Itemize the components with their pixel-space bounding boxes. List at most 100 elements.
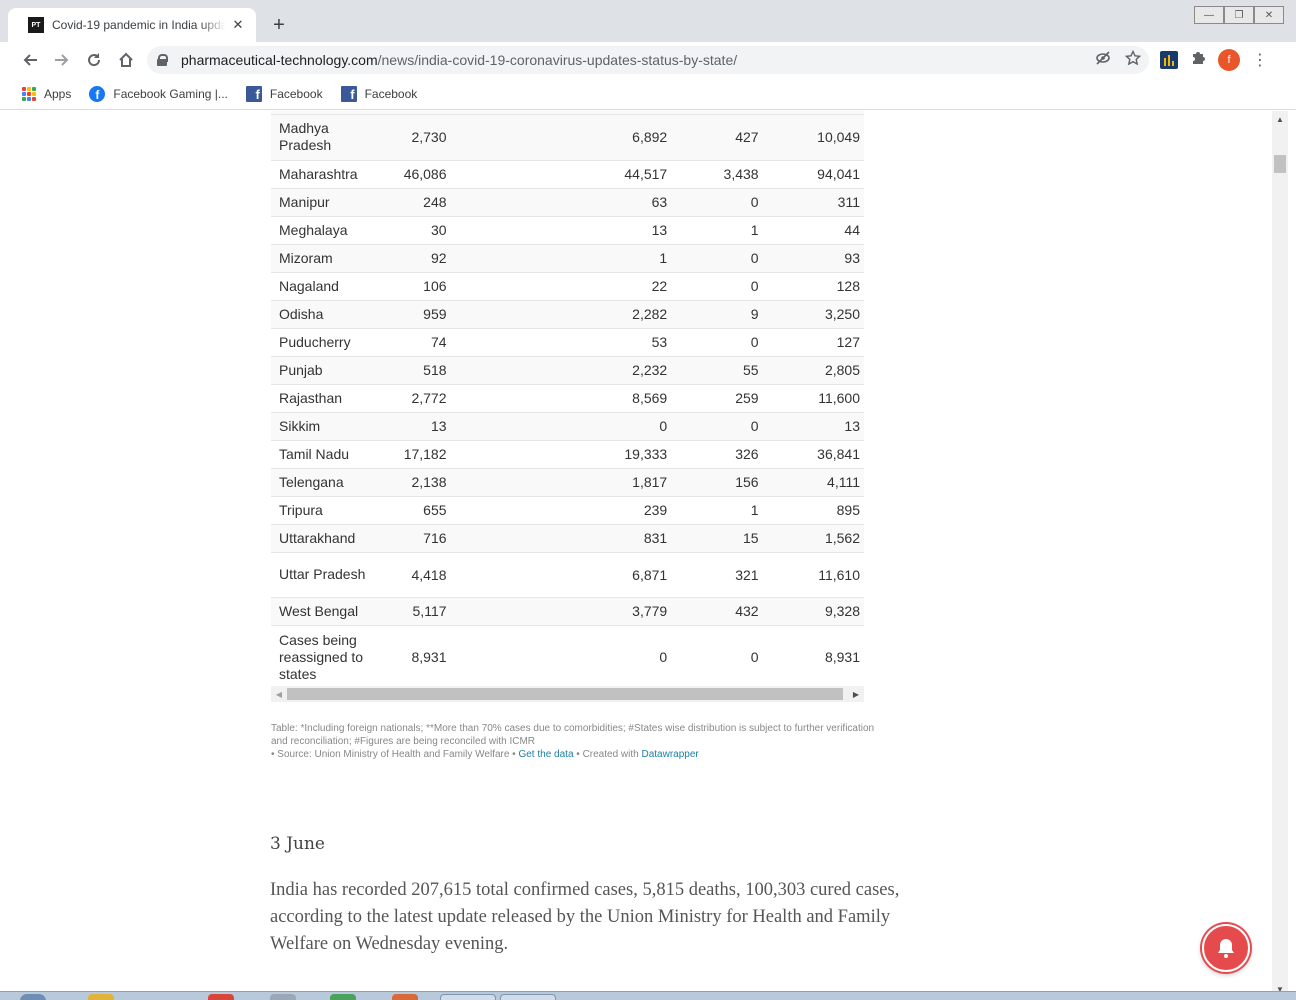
- total-cases-cell: 311: [762, 188, 864, 217]
- bookmark-label: Facebook: [364, 86, 418, 101]
- active-cases-cell: 959: [388, 300, 451, 329]
- table-row: Cases being reassigned to states 8,931 0 0 8…: [271, 625, 864, 690]
- cured-cell: 19,333: [450, 440, 672, 469]
- table-row: Uttarakhand 716 831 15 1,562: [271, 524, 864, 553]
- reload-button[interactable]: [78, 44, 110, 76]
- menu-kebab-icon[interactable]: ⋮: [1252, 50, 1268, 70]
- deaths-cell: 259: [671, 384, 763, 413]
- taskbar-app-icon[interactable]: [88, 994, 114, 1000]
- taskbar-app-icon[interactable]: [270, 994, 296, 1000]
- covid-state-table: Madhya Pradesh 2,730 6,892 427 10,049 Maharas…: [271, 115, 864, 690]
- total-cases-cell: 128: [762, 272, 864, 301]
- deaths-cell: 156: [671, 468, 763, 497]
- taskbar-app-icon[interactable]: [392, 994, 418, 1000]
- browser-tab[interactable]: PT Covid-19 pandemic in India updates ✕: [8, 8, 256, 42]
- url-domain: pharmaceutical-technology.com: [181, 52, 378, 68]
- state-name-cell: Tripura: [271, 496, 389, 525]
- table-row: Tripura 655 239 1 895: [271, 496, 864, 525]
- bookmark-star-icon[interactable]: [1125, 50, 1141, 66]
- forward-arrow-icon: [55, 54, 69, 66]
- home-button[interactable]: [110, 44, 142, 76]
- table-row: Tamil Nadu 17,182 19,333 326 36,841: [271, 440, 864, 469]
- cured-cell: 0: [450, 412, 672, 441]
- scroll-left-arrow-icon[interactable]: ◀: [271, 686, 287, 702]
- cured-cell: 53: [450, 328, 672, 357]
- new-tab-button[interactable]: +: [266, 12, 292, 38]
- state-name-cell: Sikkim: [271, 412, 389, 441]
- article-paragraph: India has recorded 207,615 total confirm…: [270, 880, 900, 954]
- table-notes: Table: *Including foreign nationals; **M…: [271, 722, 891, 761]
- facebook-gaming-icon: f: [89, 85, 106, 102]
- taskbar-app-icon[interactable]: [330, 994, 356, 1000]
- bookmark-label: Facebook: [269, 86, 323, 101]
- cured-cell: 1: [450, 244, 672, 273]
- url-path: /news/india-covid-19-coronavirus-updates…: [377, 52, 738, 68]
- scroll-up-arrow-icon[interactable]: ▲: [1272, 111, 1288, 127]
- taskbar-app-icon[interactable]: [440, 994, 496, 1000]
- minimize-button[interactable]: —: [1194, 6, 1224, 24]
- start-button[interactable]: [20, 994, 46, 1000]
- restore-button[interactable]: ❐: [1224, 6, 1254, 24]
- deaths-cell: 9: [671, 300, 763, 329]
- bookmarks-bar: Apps f Facebook Gaming |... f Facebook f…: [0, 78, 1296, 110]
- total-cases-cell: 11,610: [762, 552, 864, 598]
- notification-bell-button[interactable]: [1202, 924, 1250, 972]
- cured-cell: 22: [450, 272, 672, 301]
- deaths-cell: 1: [671, 496, 763, 525]
- deaths-cell: 0: [671, 272, 763, 301]
- close-window-button[interactable]: ✕: [1254, 6, 1284, 24]
- table-horizontal-scrollbar[interactable]: ◀ ▶: [271, 686, 864, 702]
- home-icon: [119, 52, 133, 67]
- active-cases-cell: 655: [388, 496, 451, 525]
- bookmark-facebook-gaming[interactable]: f Facebook Gaming |...: [89, 85, 228, 102]
- taskbar-app-icon[interactable]: [208, 994, 234, 1000]
- state-name-cell: Maharashtra: [271, 160, 389, 189]
- extensions-puzzle-icon[interactable]: [1190, 50, 1206, 71]
- bookmark-apps[interactable]: Apps: [22, 86, 71, 101]
- total-cases-cell: 93: [762, 244, 864, 273]
- deaths-cell: 321: [671, 552, 763, 598]
- page-content: Madhya Pradesh 2,730 6,892 427 10,049 Maharas…: [8, 111, 1272, 991]
- total-cases-cell: 11,600: [762, 384, 864, 413]
- page-scroll-thumb[interactable]: [1274, 155, 1286, 173]
- state-name-cell: Uttar Pradesh: [271, 552, 389, 598]
- chart-extension-icon[interactable]: [1160, 51, 1178, 69]
- os-taskbar: [0, 991, 1296, 1000]
- taskbar-chrome-icon[interactable]: [500, 994, 556, 1000]
- bookmark-facebook-2[interactable]: f Facebook: [340, 85, 418, 102]
- table-row: Meghalaya 30 13 1 44: [271, 216, 864, 245]
- cured-cell: 8,569: [450, 384, 672, 413]
- bell-icon: [1218, 939, 1234, 958]
- state-name-cell: Cases being reassigned to states: [271, 625, 389, 690]
- table-row: Sikkim 13 0 0 13: [271, 412, 864, 441]
- total-cases-cell: 44: [762, 216, 864, 245]
- active-cases-cell: 17,182: [388, 440, 451, 469]
- deaths-cell: 15: [671, 524, 763, 553]
- eye-slash-icon[interactable]: [1095, 50, 1111, 66]
- profile-avatar[interactable]: f: [1218, 49, 1240, 71]
- address-bar[interactable]: pharmaceutical-technology.com/news/india…: [147, 46, 1149, 74]
- lock-icon: [157, 54, 168, 66]
- deaths-cell: 3,438: [671, 160, 763, 189]
- deaths-cell: 0: [671, 188, 763, 217]
- scroll-right-arrow-icon[interactable]: ▶: [848, 686, 864, 702]
- total-cases-cell: 10,049: [762, 115, 864, 161]
- state-name-cell: Madhya Pradesh: [271, 115, 389, 161]
- state-name-cell: Telengana: [271, 468, 389, 497]
- back-button[interactable]: [14, 44, 46, 76]
- get-the-data-link[interactable]: Get the data: [518, 749, 573, 760]
- active-cases-cell: 518: [388, 356, 451, 385]
- forward-button[interactable]: [46, 44, 78, 76]
- active-cases-cell: 2,730: [388, 115, 451, 161]
- table-row: Maharashtra 46,086 44,517 3,438 94,041: [271, 160, 864, 189]
- state-name-cell: Puducherry: [271, 328, 389, 357]
- bookmark-facebook-1[interactable]: f Facebook: [245, 85, 323, 102]
- datawrapper-link[interactable]: Datawrapper: [642, 749, 699, 760]
- table-scroll-thumb[interactable]: [287, 688, 843, 700]
- page-vertical-scrollbar[interactable]: ▲ ▼: [1272, 111, 1288, 994]
- table-row: Odisha 959 2,282 9 3,250: [271, 300, 864, 329]
- total-cases-cell: 36,841: [762, 440, 864, 469]
- cured-cell: 239: [450, 496, 672, 525]
- close-tab-icon[interactable]: ✕: [230, 17, 246, 33]
- active-cases-cell: 5,117: [388, 597, 451, 626]
